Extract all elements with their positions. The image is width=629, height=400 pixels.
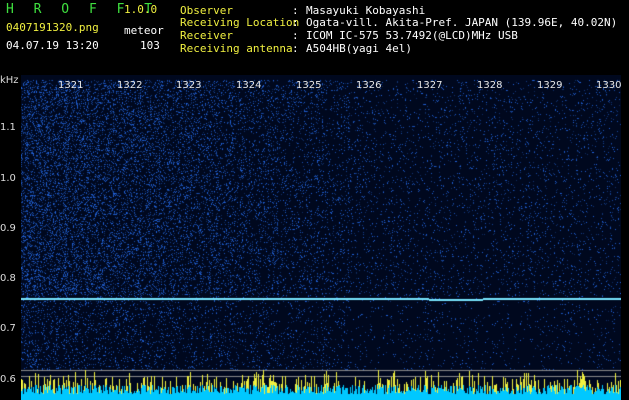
y-tick-0-6: 0.6 (0, 374, 16, 385)
time-tick-1321: 1321 (58, 80, 84, 91)
y-tick-0-8: 0.8 (0, 273, 16, 284)
meteor-count: 103 (140, 39, 160, 52)
header-panel: H R O F F T 1.0.0 0407191320.png meteor … (0, 0, 629, 70)
time-tick-1330: 1330 (596, 80, 622, 91)
right-margin (621, 75, 629, 400)
receiver-label: Receiver (180, 29, 233, 42)
y-tick-1-1: 1.1 (0, 122, 16, 133)
spectrogram-canvas (21, 75, 621, 400)
y-tick-0-9: 0.9 (0, 223, 16, 234)
receiver-value: ICOM IC-575 53.7492(@LCD)MHz USB (306, 29, 518, 42)
app-version: 1.0.0 (124, 3, 158, 16)
y-unit-label: kHz (0, 75, 19, 86)
location-label: Receiving Location (180, 16, 300, 29)
antenna-colon: : (292, 42, 299, 55)
time-tick-1328: 1328 (477, 80, 503, 91)
datetime-label: 04.07.19 13:20 (6, 39, 99, 52)
receiver-colon: : (292, 29, 299, 42)
location-colon: : (292, 16, 299, 29)
y-tick-1-0: 1.0 (0, 173, 16, 184)
file-name: 0407191320.png (6, 21, 99, 34)
time-tick-1324: 1324 (236, 80, 262, 91)
spectrogram-panel (21, 75, 621, 400)
time-tick-1327: 1327 (417, 80, 443, 91)
antenna-label: Receiving antenna (180, 42, 293, 55)
time-tick-1323: 1323 (176, 80, 202, 91)
time-tick-1322: 1322 (117, 80, 143, 91)
antenna-value: A504HB(yagi 4el) (306, 42, 412, 55)
frequency-axis: kHz 1.1 1.0 0.9 0.8 0.7 0.6 (0, 75, 21, 400)
time-tick-1325: 1325 (296, 80, 322, 91)
location-value: Ogata-vill. Akita-Pref. JAPAN (139.96E, … (306, 16, 618, 29)
time-tick-1329: 1329 (537, 80, 563, 91)
mode-label: meteor (124, 24, 164, 37)
time-tick-1326: 1326 (356, 80, 382, 91)
y-tick-0-7: 0.7 (0, 323, 16, 334)
